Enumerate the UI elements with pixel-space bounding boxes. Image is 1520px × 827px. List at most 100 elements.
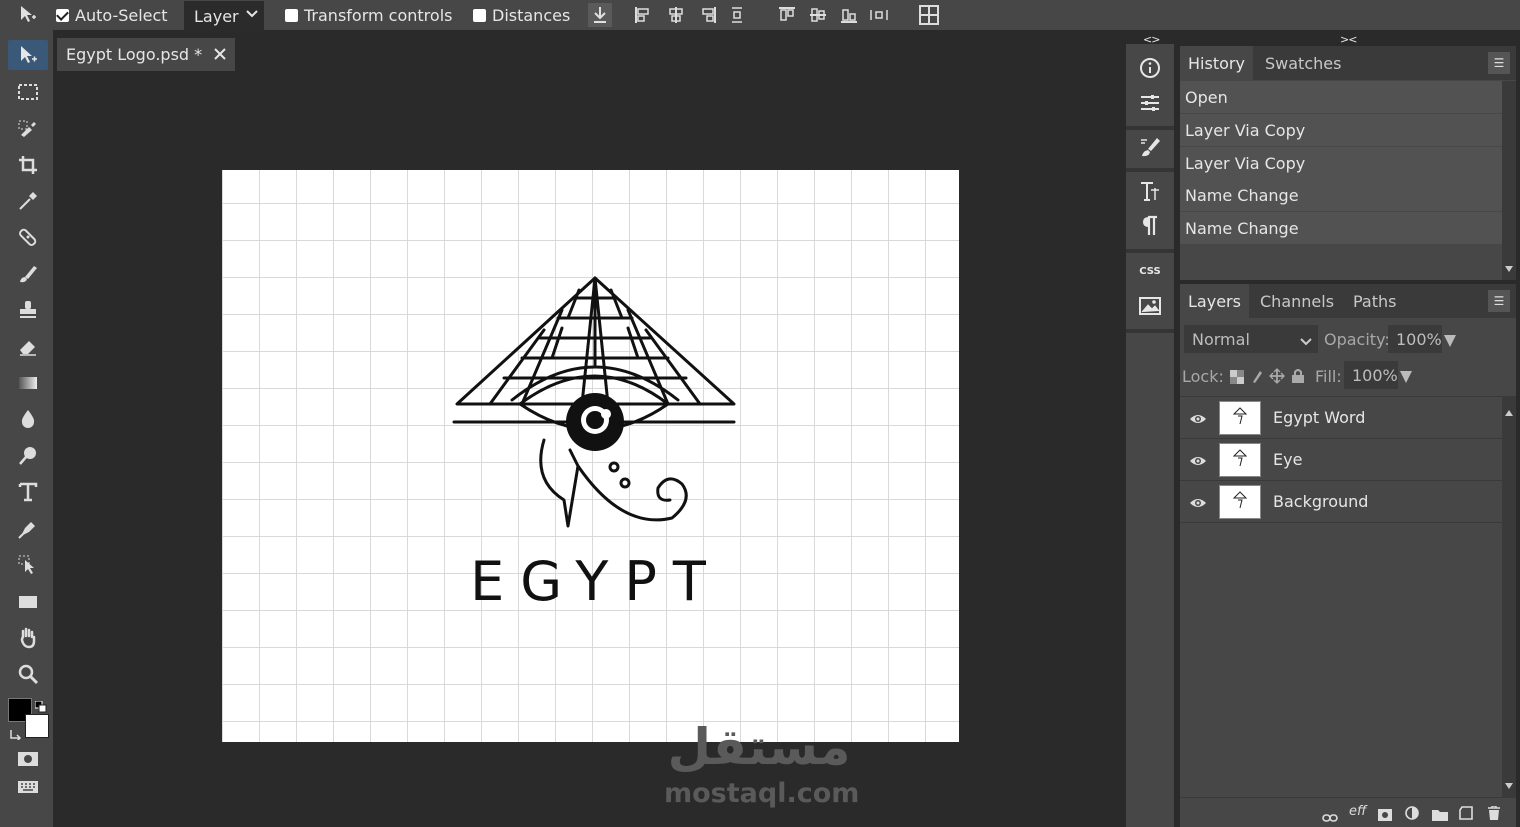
collapse-right-icon[interactable]: >< — [1340, 33, 1357, 46]
panel-menu-icon[interactable]: ☰ — [1488, 52, 1510, 74]
scroll-down-icon[interactable] — [1505, 774, 1513, 793]
layers-scrollbar[interactable] — [1502, 397, 1516, 797]
brush-tool-button[interactable] — [8, 259, 48, 289]
gradient-tool-button[interactable] — [8, 368, 48, 398]
eyedropper-tool-button[interactable] — [8, 186, 48, 216]
scroll-up-icon[interactable] — [1505, 401, 1513, 420]
lock-transparent-icon[interactable] — [1230, 369, 1244, 388]
distances-label: Distances — [492, 5, 571, 25]
tab-channels[interactable]: Channels — [1252, 284, 1342, 318]
history-item[interactable]: Layer Via Copy — [1180, 114, 1502, 146]
fill-dropdown-icon[interactable] — [1400, 368, 1412, 387]
download-icon[interactable] — [588, 3, 612, 27]
grid-icon[interactable] — [918, 4, 940, 26]
keyboard-button[interactable] — [8, 772, 48, 802]
checkbox-box[interactable] — [473, 8, 486, 22]
character-icon[interactable] — [1138, 179, 1162, 203]
panel-icon-strip: CSS — [1126, 44, 1174, 827]
pen-tool-button[interactable] — [8, 514, 48, 544]
scroll-down-icon[interactable] — [1505, 257, 1513, 276]
adjustment-layer-icon[interactable] — [1405, 805, 1419, 824]
background-color-swatch[interactable] — [25, 714, 49, 738]
blur-tool-button[interactable] — [8, 404, 48, 434]
trash-icon[interactable] — [1487, 805, 1501, 824]
marquee-icon — [18, 84, 38, 100]
close-icon[interactable] — [213, 45, 227, 66]
history-scrollbar[interactable] — [1502, 81, 1516, 280]
crop-tool-button[interactable] — [8, 150, 48, 180]
move-tool-icon[interactable] — [18, 4, 38, 24]
lock-image-icon[interactable] — [1250, 368, 1264, 388]
keyboard-icon — [18, 781, 38, 793]
document-tab[interactable]: Egypt Logo.psd * — [57, 38, 235, 71]
align-left-icon[interactable] — [633, 5, 653, 25]
quick-selection-tool-button[interactable] — [8, 113, 48, 143]
align-center-horizontal-icon[interactable] — [666, 5, 686, 25]
layer-row[interactable]: Egypt Word — [1180, 397, 1502, 439]
paragraph-icon[interactable] — [1138, 214, 1162, 238]
panel-menu-icon[interactable]: ☰ — [1488, 290, 1510, 312]
history-item[interactable]: Open — [1180, 81, 1502, 113]
css-icon[interactable]: CSS — [1138, 259, 1162, 283]
checkbox-box[interactable] — [285, 8, 298, 22]
blend-mode-select[interactable]: Normal — [1184, 325, 1318, 353]
move-arrow-icon — [21, 46, 37, 63]
layer-effects-button[interactable]: eff — [1349, 804, 1366, 819]
link-layers-icon[interactable] — [1322, 808, 1338, 827]
new-layer-icon[interactable] — [1459, 805, 1473, 824]
brush-settings-icon[interactable] — [1138, 135, 1162, 159]
layer-name: Background — [1273, 492, 1369, 511]
type-tool-button[interactable] — [8, 477, 48, 507]
move-tool-button[interactable] — [8, 40, 48, 70]
document-canvas[interactable]: EGYPT — [222, 170, 959, 742]
marquee-tool-button[interactable] — [8, 77, 48, 107]
transform-controls-checkbox[interactable]: Transform controls — [285, 0, 452, 30]
clone-stamp-tool-button[interactable] — [8, 295, 48, 325]
tab-layers[interactable]: Layers — [1180, 284, 1249, 318]
dodge-tool-button[interactable] — [8, 441, 48, 471]
distribute-horizontal-icon[interactable] — [869, 5, 889, 25]
quick-mask-button[interactable] — [8, 744, 48, 774]
history-item[interactable]: Name Change — [1180, 212, 1502, 244]
layer-select-dropdown[interactable]: Layer — [184, 1, 264, 31]
align-right-icon[interactable] — [698, 5, 718, 25]
lock-all-icon[interactable] — [1291, 368, 1305, 388]
align-bottom-icon[interactable] — [839, 5, 859, 25]
auto-select-checkbox[interactable]: Auto-Select — [56, 0, 168, 30]
align-top-icon[interactable] — [777, 5, 797, 25]
checkbox-box[interactable] — [56, 8, 69, 22]
rectangle-tool-button[interactable] — [8, 587, 48, 617]
options-bar: Auto-Select Layer Transform controls Dis… — [0, 0, 1520, 31]
add-mask-icon[interactable] — [1378, 806, 1392, 825]
distances-checkbox[interactable]: Distances — [473, 0, 570, 30]
opacity-dropdown-icon[interactable] — [1444, 332, 1456, 351]
eraser-tool-button[interactable] — [8, 332, 48, 362]
image-icon[interactable] — [1138, 294, 1162, 318]
layer-row[interactable]: Eye — [1180, 439, 1502, 481]
zoom-tool-button[interactable] — [8, 659, 48, 689]
dodge-icon — [19, 447, 36, 465]
history-item[interactable]: Layer Via Copy — [1180, 147, 1502, 179]
tab-history[interactable]: History — [1180, 46, 1253, 80]
tab-paths[interactable]: Paths — [1345, 284, 1404, 318]
fill-input[interactable]: 100% — [1344, 361, 1398, 389]
default-colors-icon[interactable] — [34, 698, 47, 713]
align-middle-icon[interactable] — [808, 5, 828, 25]
folder-icon[interactable] — [1432, 806, 1448, 825]
info-icon[interactable] — [1138, 56, 1162, 80]
hand-tool-button[interactable] — [8, 623, 48, 653]
history-item[interactable]: Name Change — [1180, 179, 1502, 211]
tab-swatches[interactable]: Swatches — [1257, 46, 1349, 80]
eye-icon[interactable] — [1189, 495, 1207, 514]
strip-separator — [1126, 249, 1174, 253]
adjustments-icon[interactable] — [1138, 91, 1162, 115]
eye-icon[interactable] — [1189, 453, 1207, 472]
distribute-vertical-icon[interactable] — [727, 5, 747, 25]
path-selection-tool-button[interactable] — [8, 550, 48, 580]
swap-colors-icon[interactable] — [9, 725, 23, 742]
layer-row[interactable]: Background — [1180, 481, 1502, 523]
opacity-input[interactable]: 100% — [1388, 325, 1442, 353]
healing-brush-tool-button[interactable] — [8, 222, 48, 252]
eye-icon[interactable] — [1189, 411, 1207, 430]
lock-position-icon[interactable] — [1269, 368, 1285, 388]
